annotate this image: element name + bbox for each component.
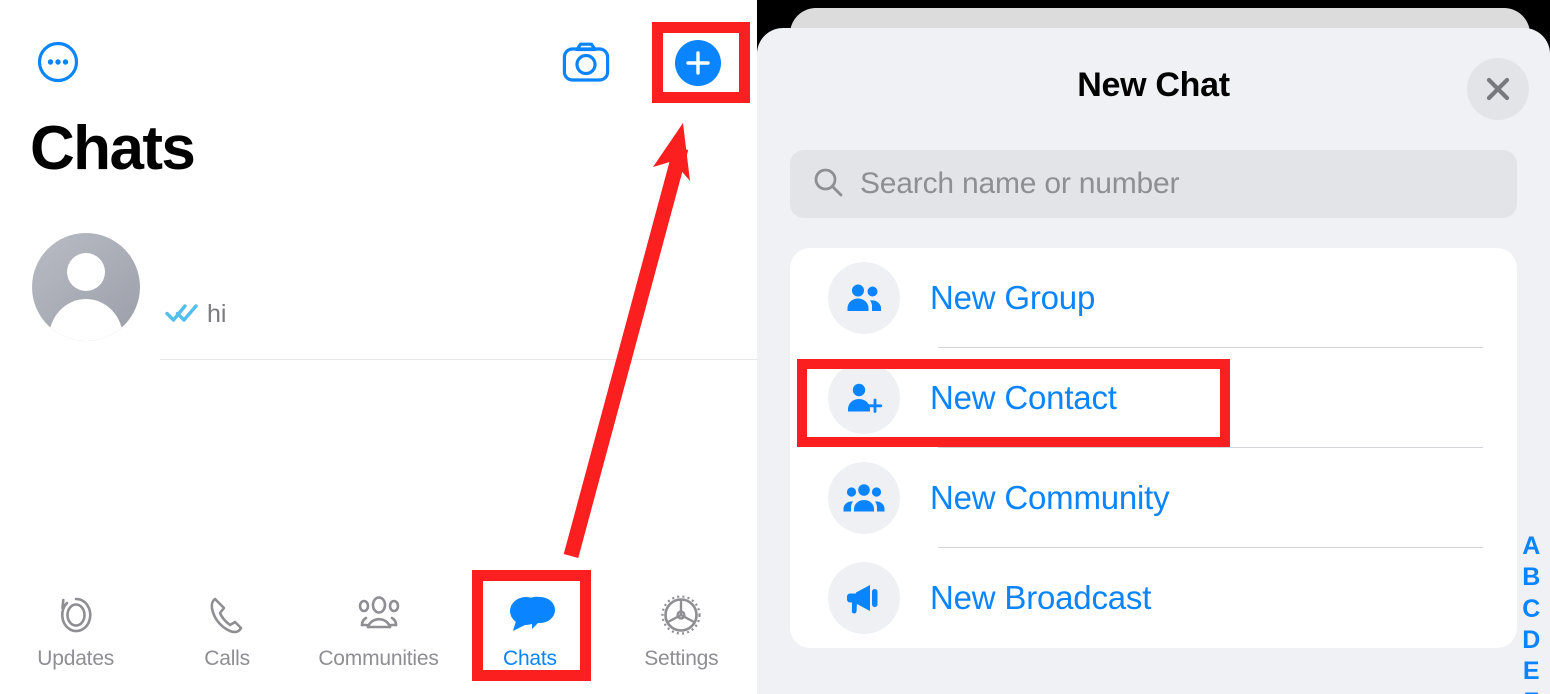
alpha-letter[interactable]: B [1522, 564, 1540, 591]
menu-item-label: New Community [930, 479, 1170, 516]
double-check-icon [165, 301, 199, 328]
search-input[interactable]: Search name or number [790, 150, 1517, 218]
tab-label: Settings [644, 647, 719, 670]
alpha-letter[interactable]: D [1522, 626, 1540, 653]
screenshot-root: Chats hi Updates Calls Communities Chats… [0, 0, 1550, 694]
new-chat-sheet: New Chat Search name or number New Group… [757, 28, 1550, 694]
chat-list-item[interactable]: hi [0, 230, 757, 360]
tab-settings[interactable]: Settings [606, 575, 757, 671]
tab-bar: Updates Calls Communities Chats Settings [0, 575, 757, 694]
chat-preview-text: hi [207, 300, 227, 328]
alpha-letter[interactable]: F [1524, 689, 1539, 694]
menu-item-label: New Group [930, 279, 1096, 316]
gear-icon [655, 589, 707, 641]
ellipsis-circle-icon[interactable] [36, 40, 80, 84]
new-chat-sheet-container: New Chat Search name or number New Group… [757, 0, 1550, 694]
close-icon[interactable] [1467, 58, 1529, 120]
search-icon [812, 166, 844, 203]
alpha-letter[interactable]: E [1523, 658, 1540, 685]
phone-icon [201, 589, 253, 641]
alpha-letter[interactable]: C [1522, 595, 1540, 622]
alphabet-index[interactable]: A B C D E F G [1522, 533, 1541, 694]
tab-label: Chats [502, 647, 557, 670]
list-divider [160, 359, 757, 360]
megaphone-icon [828, 562, 900, 634]
two-people-icon [828, 262, 900, 334]
plus-icon [675, 40, 721, 86]
tab-label: Updates [37, 647, 115, 670]
alpha-letter[interactable]: A [1522, 533, 1540, 560]
tab-chats[interactable]: Chats [454, 575, 605, 671]
menu-item-label: New Contact [930, 379, 1117, 416]
default-avatar-icon [32, 233, 140, 341]
status-rings-icon [50, 589, 102, 641]
communities-icon [350, 589, 408, 641]
sheet-title: New Chat [1077, 66, 1230, 104]
camera-icon[interactable] [562, 40, 610, 84]
compose-new-chat-button[interactable] [675, 40, 721, 86]
search-placeholder: Search name or number [860, 167, 1180, 200]
tab-label: Calls [204, 647, 250, 670]
three-people-icon [828, 462, 900, 534]
chat-bubbles-icon [502, 589, 558, 641]
person-plus-icon [828, 362, 900, 434]
chat-preview: hi [165, 300, 226, 329]
menu-item-new-group[interactable]: New Group [790, 248, 1517, 348]
tab-communities[interactable]: Communities [303, 575, 454, 671]
menu-item-new-community[interactable]: New Community [790, 448, 1517, 548]
chats-screen: Chats hi Updates Calls Communities Chats… [0, 0, 757, 694]
menu-item-new-contact[interactable]: New Contact [790, 348, 1517, 448]
tab-updates[interactable]: Updates [0, 575, 151, 671]
tab-label: Communities [318, 647, 439, 670]
menu-item-label: New Broadcast [930, 579, 1152, 616]
tab-calls[interactable]: Calls [151, 575, 302, 671]
page-title: Chats [30, 114, 196, 183]
new-chat-options-card: New Group New Contact New Community New … [790, 248, 1517, 648]
menu-item-new-broadcast[interactable]: New Broadcast [790, 548, 1517, 648]
